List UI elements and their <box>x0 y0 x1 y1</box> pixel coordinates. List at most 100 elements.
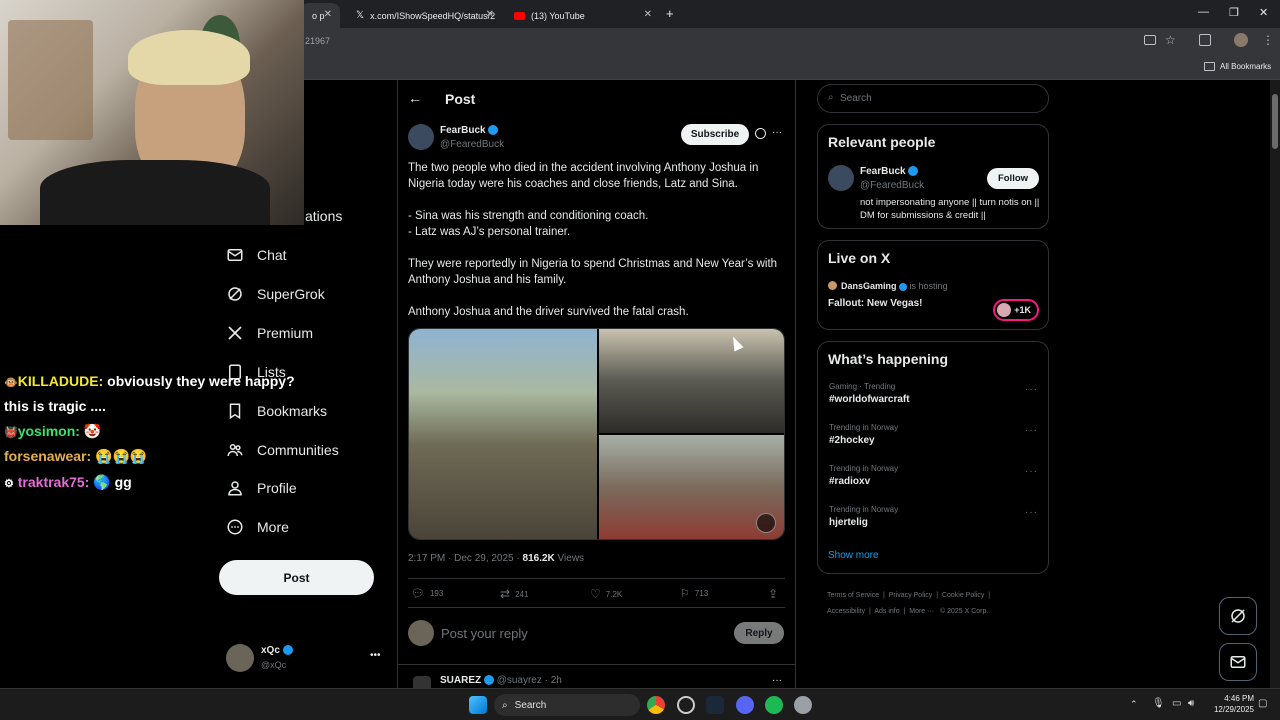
nav-item-profile[interactable]: Profile <box>226 479 297 497</box>
reply-author[interactable]: SUAREZ @suayrez · 2h <box>440 675 562 686</box>
post-button[interactable]: Post <box>219 560 374 595</box>
trend-menu-icon[interactable]: ··· <box>1025 507 1038 518</box>
close-window-icon[interactable]: ✕ <box>1259 6 1268 19</box>
taskbar-search[interactable]: ⌕ Search <box>494 694 640 716</box>
webcam-overlay <box>0 0 304 225</box>
trend-item[interactable]: Trending in Norway hjertelig <box>829 505 898 528</box>
share-icon[interactable]: ⇪ <box>768 587 778 601</box>
footer-link[interactable]: Ads info <box>874 608 899 615</box>
search-input[interactable]: Search <box>840 93 872 104</box>
reply-button[interactable]: Reply <box>734 622 784 644</box>
nav-label: SuperGrok <box>257 286 325 302</box>
close-tab-icon[interactable]: ✕ <box>324 9 332 20</box>
all-bookmarks-button[interactable]: All Bookmarks <box>1220 62 1271 71</box>
media-image-1[interactable] <box>409 329 597 539</box>
post-media-grid[interactable] <box>408 328 785 540</box>
follow-button[interactable]: Follow <box>987 168 1039 189</box>
taskbar-clock[interactable]: 4:46 PM 12/29/2025 <box>1206 693 1254 715</box>
new-tab-icon[interactable]: + <box>666 6 674 21</box>
reply-author-avatar[interactable] <box>413 676 431 688</box>
chrome-icon[interactable] <box>647 696 665 714</box>
address-bar[interactable]: 21967 <box>305 36 330 46</box>
tray-chevron-icon[interactable]: ⌃ <box>1130 699 1138 710</box>
browser-menu-icon[interactable]: ⋮ <box>1262 33 1274 47</box>
author-avatar[interactable] <box>408 124 434 150</box>
chat-text: obviously they were happy? <box>103 373 295 389</box>
emote-icon: 🤡 <box>83 423 102 439</box>
nav-item-communities[interactable]: Communities <box>226 441 339 459</box>
trend-item[interactable]: Gaming · Trending #worldofwarcraft <box>829 382 910 405</box>
relevant-handle[interactable]: @FearedBuck <box>860 180 924 191</box>
install-app-icon[interactable] <box>1144 35 1156 45</box>
account-menu-icon[interactable]: ••• <box>370 650 381 661</box>
divider <box>397 664 795 665</box>
nav-item-premium[interactable]: Premium <box>226 324 313 342</box>
trend-menu-icon[interactable]: ··· <box>1025 384 1038 395</box>
app-icon[interactable] <box>677 696 695 714</box>
footer-link[interactable]: Cookie Policy <box>942 592 984 599</box>
grok-analyze-icon[interactable] <box>756 513 776 533</box>
profile-avatar-icon[interactable] <box>1234 33 1248 47</box>
reply-stat[interactable]: 💬︎ 193 <box>411 587 443 600</box>
extensions-icon[interactable] <box>1199 34 1211 46</box>
avatar[interactable] <box>828 165 854 191</box>
author-name[interactable]: FearBuck <box>440 125 499 136</box>
show-more-link[interactable]: Show more <box>828 550 879 561</box>
author-handle[interactable]: @FearedBuck <box>440 139 504 150</box>
nav-item-more[interactable]: More <box>226 518 289 536</box>
like-stat[interactable]: ♡ 7.2K <box>590 587 622 601</box>
steam-icon[interactable] <box>706 696 724 714</box>
bookmark-star-icon[interactable]: ☆ <box>1165 33 1176 47</box>
discord-icon[interactable] <box>736 696 754 714</box>
tab-label: x.com/IShowSpeedHQ/status/2 <box>370 10 496 21</box>
tab-x-status[interactable]: 𝕏 x.com/IShowSpeedHQ/status/2 ✕ <box>344 3 502 28</box>
nav-notifications-partial[interactable]: ations <box>305 208 342 224</box>
live-listeners-badge[interactable]: +1K <box>993 299 1039 321</box>
search-box[interactable]: ⌕ Search <box>817 84 1049 113</box>
nav-item-chat[interactable]: Chat <box>226 246 287 264</box>
live-host[interactable]: DansGaming is hosting <box>841 281 948 291</box>
live-show[interactable]: Fallout: New Vegas! <box>828 298 922 309</box>
back-arrow-icon[interactable]: ← <box>408 90 422 106</box>
notification-icon[interactable]: ▢ <box>1258 698 1267 709</box>
avatar[interactable] <box>226 644 254 672</box>
microphone-icon[interactable]: 🎙︎ <box>1152 698 1165 709</box>
restore-icon[interactable]: ❐ <box>1229 6 1239 19</box>
network-icon[interactable]: ▭ <box>1172 698 1181 709</box>
close-tab-icon[interactable]: ✕ <box>486 9 494 20</box>
close-tab-icon[interactable]: ✕ <box>644 9 652 20</box>
scrollbar-thumb[interactable] <box>1272 94 1278 149</box>
relevant-name[interactable]: FearBuck <box>860 166 919 177</box>
subscribe-button[interactable]: Subscribe <box>681 124 749 145</box>
minimize-icon[interactable]: — <box>1198 6 1209 18</box>
spotify-icon[interactable] <box>765 696 783 714</box>
trend-menu-icon[interactable]: ··· <box>1025 425 1038 436</box>
repost-stat[interactable]: ⇄ 241 <box>500 587 528 601</box>
chat-text: 😭😭😭 <box>91 448 148 464</box>
footer-link[interactable]: More ··· <box>909 608 934 615</box>
tab-current[interactable]: o p ✕ <box>300 3 340 28</box>
reply-menu-icon[interactable]: ··· <box>772 675 782 686</box>
media-image-2[interactable] <box>599 329 784 433</box>
footer-link[interactable]: Privacy Policy <box>889 592 933 599</box>
tab-youtube[interactable]: (13) YouTube ✕ <box>502 3 660 28</box>
scrollbar[interactable] <box>1270 80 1280 688</box>
messages-floating-button[interactable] <box>1219 643 1257 681</box>
post-timestamp: 2:17 PM · Dec 29, 2025 · 816.2K Views <box>408 553 585 564</box>
nav-item-bookmarks[interactable]: Bookmarks <box>226 402 327 420</box>
bookmark-stat[interactable]: ⚐ 713 <box>680 587 708 600</box>
footer-link[interactable]: Accessibility <box>827 608 865 615</box>
windows-start-icon[interactable] <box>469 696 487 714</box>
trend-item[interactable]: Trending in Norway #radioxv <box>829 464 898 487</box>
trend-menu-icon[interactable]: ··· <box>1025 466 1038 477</box>
nav-item-supergrok[interactable]: SuperGrok <box>226 285 325 303</box>
windows-taskbar: ⌕ Search ⌃ 🎙︎ ▭ 🔊︎ 4:46 PM 12/29/2025 ▢ <box>0 688 1280 720</box>
footer-link[interactable]: Terms of Service <box>827 592 879 599</box>
post-menu-icon[interactable]: ··· <box>772 127 782 138</box>
grok-icon[interactable] <box>755 128 766 139</box>
settings-icon[interactable] <box>794 696 812 714</box>
reply-input[interactable]: Post your reply <box>441 626 528 641</box>
trend-item[interactable]: Trending in Norway #2hockey <box>829 423 898 446</box>
volume-icon[interactable]: 🔊︎ <box>1188 698 1194 709</box>
grok-floating-button[interactable] <box>1219 597 1257 635</box>
